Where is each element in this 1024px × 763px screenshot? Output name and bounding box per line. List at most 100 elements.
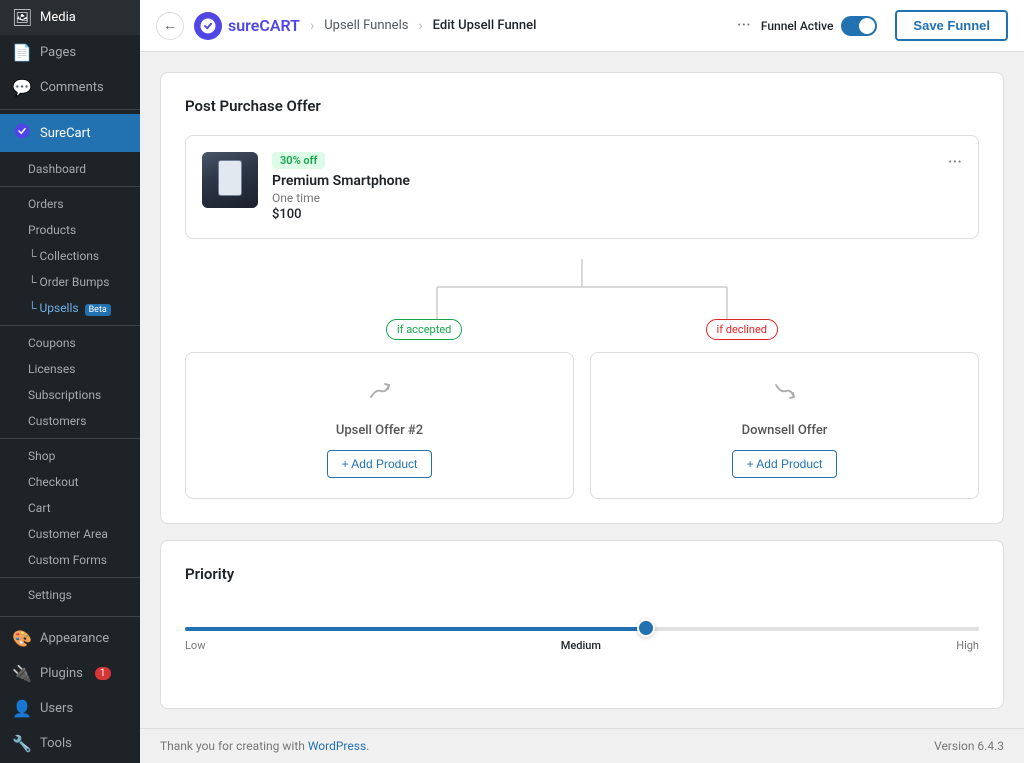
breadcrumb-upsell-funnels[interactable]: Upsell Funnels (324, 18, 408, 33)
offer-more-button[interactable]: ··· (948, 152, 962, 173)
discount-badge: 30% off (272, 152, 325, 169)
surecart-icon (12, 122, 32, 144)
sidebar-label-dashboard: Dashboard (28, 162, 86, 176)
sidebar-item-custom-forms[interactable]: Custom Forms (0, 547, 140, 573)
topbar: ← sureCART › Upsell Funnels › Edit Upsel… (140, 0, 1024, 52)
slider-track (185, 627, 979, 631)
priority-card: Priority Low Medium High (160, 540, 1004, 709)
sidebar-item-subscriptions[interactable]: Subscriptions (0, 382, 140, 408)
slider-thumb[interactable] (637, 619, 655, 637)
sidebar-item-orders[interactable]: Orders (0, 191, 140, 217)
users-icon: 👤 (12, 699, 32, 718)
surecart-logo: sureCART (194, 12, 300, 40)
divider-5 (0, 577, 140, 578)
sidebar-item-checkout[interactable]: Checkout (0, 469, 140, 495)
sidebar-item-plugins[interactable]: 🔌 Plugins 1 (0, 656, 140, 691)
priority-section: Low Medium High (185, 603, 979, 684)
sidebar-item-upsells[interactable]: └ Upsells Beta (0, 295, 140, 321)
offer-price: $100 (272, 207, 410, 222)
priority-title: Priority (185, 565, 979, 583)
appearance-icon: 🎨 (12, 629, 32, 648)
funnel-active-label: Funnel Active (761, 19, 834, 33)
sidebar-item-users[interactable]: 👤 Users (0, 691, 140, 726)
comments-icon: 💬 (12, 78, 32, 97)
more-options-button[interactable]: ··· (737, 15, 751, 36)
breadcrumb-current: Edit Upsell Funnel (433, 18, 537, 33)
sidebar-item-pages[interactable]: 📄 Pages (0, 35, 140, 70)
downsell-branch-box: Downsell Offer + Add Product (590, 352, 979, 499)
accepted-label: if accepted (386, 319, 462, 340)
breadcrumb-sep1: › (310, 18, 314, 34)
sidebar-label-tools: Tools (40, 736, 72, 751)
sidebar-item-licenses[interactable]: Licenses (0, 356, 140, 382)
sidebar-item-collections[interactable]: └ Collections (0, 243, 140, 269)
plugins-badge: 1 (95, 667, 111, 680)
connector-lines (185, 259, 979, 319)
sidebar-item-products[interactable]: Products (0, 217, 140, 243)
sidebar-item-settings-surecart[interactable]: Settings (0, 582, 140, 608)
sidebar-label-collections: └ Collections (28, 249, 99, 263)
phone-screen (218, 160, 242, 196)
back-button[interactable]: ← (156, 12, 184, 40)
priority-slider-wrap: Low Medium High (185, 611, 979, 676)
sidebar-item-tools[interactable]: 🔧 Tools (0, 726, 140, 761)
divider-4 (0, 438, 140, 439)
funnel-active-toggle-group: Funnel Active (761, 16, 878, 36)
save-funnel-button[interactable]: Save Funnel (895, 10, 1008, 41)
footer-version: Version 6.4.3 (934, 739, 1004, 753)
offer-details: 30% off Premium Smartphone One time $100 (202, 152, 410, 222)
upsell-add-product-button[interactable]: + Add Product (327, 450, 433, 478)
divider-6 (0, 616, 140, 617)
sidebar-label-coupons: Coupons (28, 336, 76, 350)
sidebar-item-orderbumps[interactable]: └ Order Bumps (0, 269, 140, 295)
funnel-active-toggle[interactable] (841, 16, 877, 36)
sidebar-item-customers[interactable]: Customers (0, 408, 140, 434)
plugins-icon: 🔌 (12, 664, 32, 683)
sidebar-item-customer-area[interactable]: Customer Area (0, 521, 140, 547)
sidebar-label-licenses: Licenses (28, 362, 75, 376)
sidebar-label-media: Media (40, 10, 76, 25)
footer: Thank you for creating with WordPress. V… (140, 728, 1024, 763)
sidebar-item-shop[interactable]: Shop (0, 443, 140, 469)
divider-2 (0, 186, 140, 187)
logo-text: sureCART (228, 16, 300, 35)
post-purchase-card: Post Purchase Offer 30% off Premium Smar… (160, 72, 1004, 524)
content-area: Post Purchase Offer 30% off Premium Smar… (140, 52, 1024, 728)
divider-3 (0, 325, 140, 326)
main-area: ← sureCART › Upsell Funnels › Edit Upsel… (140, 0, 1024, 763)
offer-name: Premium Smartphone (272, 173, 410, 189)
footer-wordpress-link[interactable]: WordPress (308, 739, 366, 753)
logo-icon (194, 12, 222, 40)
downsell-add-product-button[interactable]: + Add Product (732, 450, 838, 478)
sidebar-item-cart[interactable]: Cart (0, 495, 140, 521)
offer-info: 30% off Premium Smartphone One time $100 (272, 152, 410, 222)
sidebar-label-products: Products (28, 223, 76, 237)
sidebar-label-settings-sc: Settings (28, 588, 72, 602)
sidebar-item-dashboard[interactable]: Dashboard (0, 156, 140, 182)
pages-icon: 📄 (12, 43, 32, 62)
sidebar-label-upsells: └ Upsells (28, 301, 79, 315)
slider-label-medium: Medium (561, 639, 601, 652)
sidebar-label-orders: Orders (28, 197, 64, 211)
sidebar-item-surecart[interactable]: SureCart (0, 114, 140, 152)
upsell-branch-name: Upsell Offer #2 (336, 423, 423, 438)
breadcrumb-sep2: › (418, 18, 422, 34)
sidebar-item-coupons[interactable]: Coupons (0, 330, 140, 356)
sidebar-label-plugins: Plugins (40, 666, 83, 681)
sidebar-item-comments[interactable]: 💬 Comments (0, 70, 140, 105)
tools-icon: 🔧 (12, 734, 32, 753)
divider-1 (0, 109, 140, 110)
downsell-branch-name: Downsell Offer (742, 423, 828, 438)
offer-branches: Upsell Offer #2 + Add Product Downsell O… (185, 352, 979, 499)
media-icon: 🖼 (12, 8, 32, 27)
declined-label: if declined (706, 319, 778, 340)
post-purchase-title: Post Purchase Offer (185, 97, 979, 115)
sidebar: 🖼 Media 📄 Pages 💬 Comments SureCart Das (0, 0, 140, 763)
sidebar-label-subscriptions: Subscriptions (28, 388, 101, 402)
offer-image (202, 152, 258, 208)
slider-label-low: Low (185, 639, 205, 652)
offer-type: One time (272, 191, 410, 205)
sidebar-item-appearance[interactable]: 🎨 Appearance (0, 621, 140, 656)
sidebar-label-surecart: SureCart (40, 126, 91, 141)
sidebar-item-media[interactable]: 🖼 Media (0, 0, 140, 35)
